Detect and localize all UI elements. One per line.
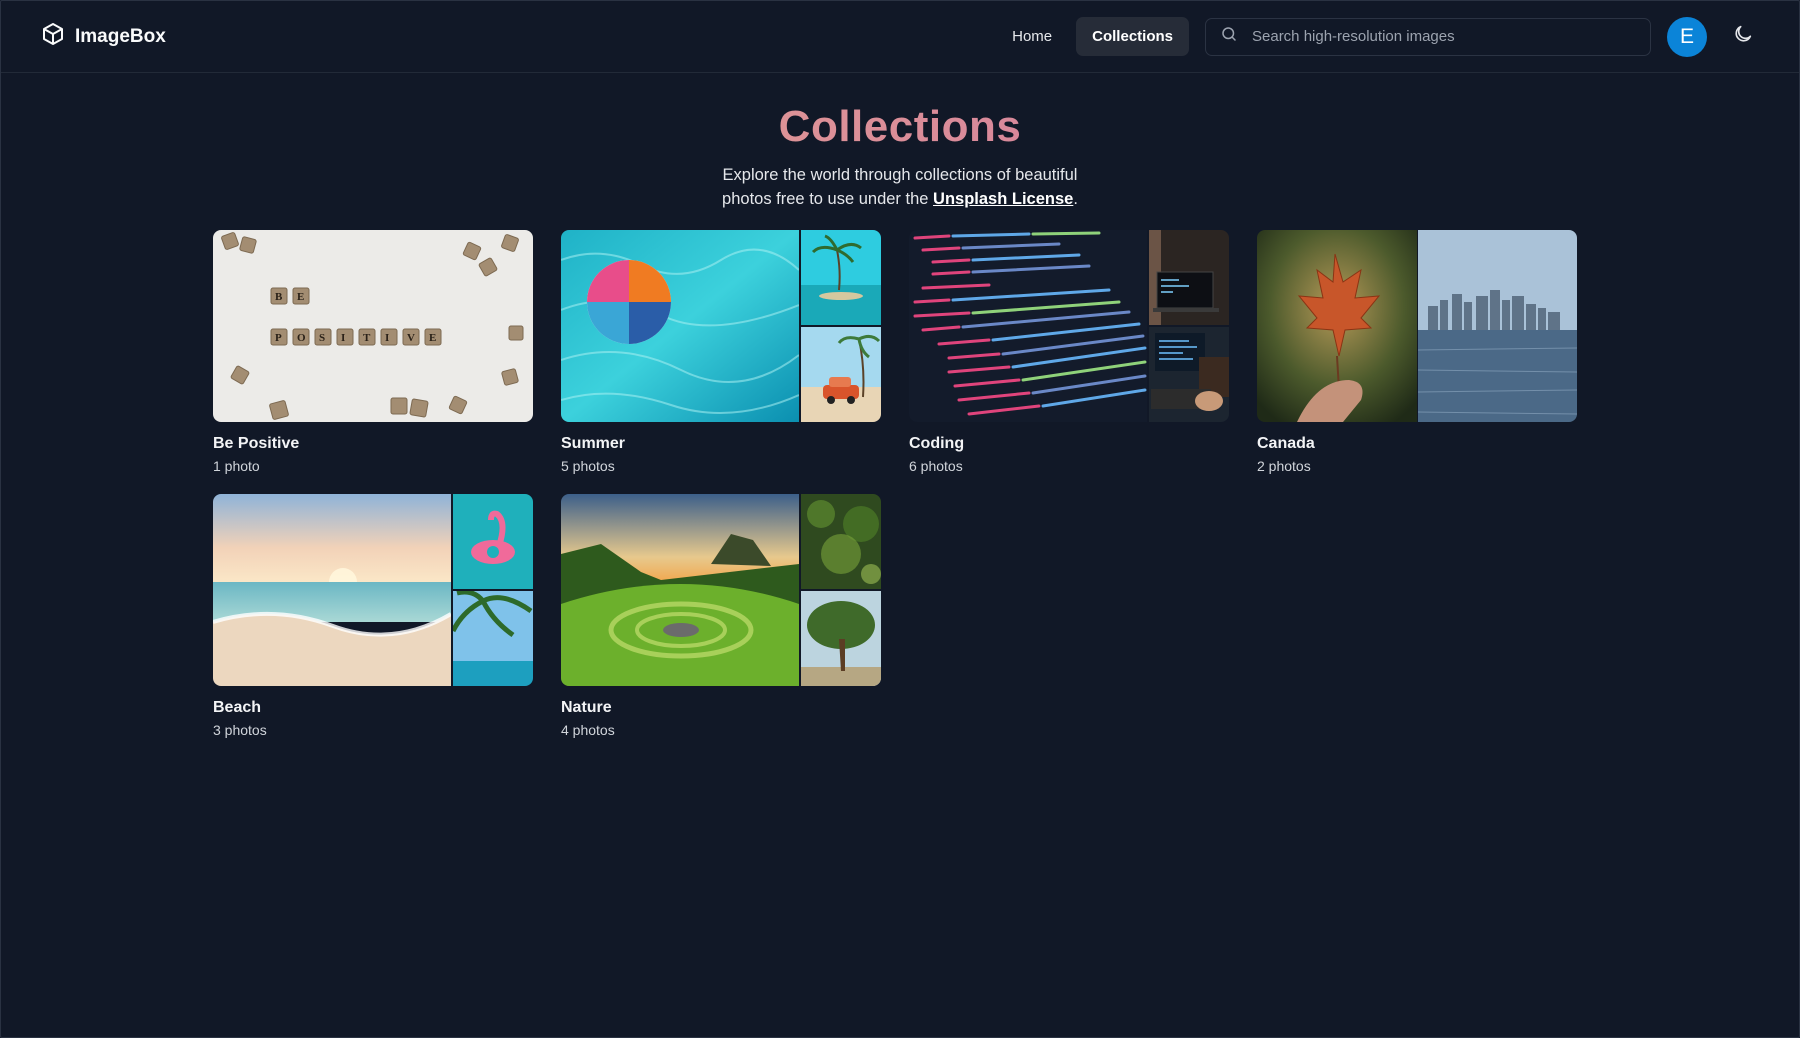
collection-title: Coding [909,435,965,452]
cube-icon [41,22,65,51]
flamingo-float-photo [453,494,533,589]
collection-card-canada[interactable]: Canada 2 photos [1257,230,1577,476]
collection-count: 1 photo [213,458,260,474]
svg-text:T: T [363,332,371,344]
svg-text:P: P [275,332,282,344]
collection-title: Nature [561,699,612,716]
collection-count: 2 photos [1257,458,1311,474]
scrabble-tiles-photo: B E P O S I T I V E [213,230,533,422]
logo[interactable]: ImageBox [41,22,166,51]
svg-text:S: S [319,332,325,344]
svg-text:E: E [429,332,436,344]
collection-card-nature[interactable]: Nature 4 photos [561,494,881,740]
page-hero: Collections Explore the world through co… [1,101,1799,211]
forest-bokeh-photo [801,494,881,589]
palm-island-photo [801,230,881,325]
green-valley-photo [561,494,799,686]
laptop-desk-photo [1149,230,1229,325]
subtitle-line-2: photos free to use under the Unsplash Li… [1,187,1799,211]
app-window: ImageBox Home Collections E [0,0,1800,1038]
user-avatar[interactable]: E [1667,16,1707,57]
collection-count: 3 photos [213,722,267,738]
search-icon [1220,25,1238,48]
nav-home-link[interactable]: Home [996,17,1068,56]
collection-card-beach[interactable]: Beach 3 photos [213,494,533,740]
collection-count: 6 photos [909,458,963,474]
collection-title: Summer [561,435,626,452]
collection-thumbnail[interactable] [561,230,881,422]
svg-text:I: I [341,332,345,344]
collection-title: Canada [1257,435,1315,452]
svg-text:V: V [407,332,415,344]
developer-monitor-photo [1149,327,1229,422]
toronto-skyline-photo [1418,230,1577,422]
unsplash-license-link[interactable]: Unsplash License [933,190,1073,208]
collection-thumbnail[interactable] [1257,230,1577,422]
subtitle-suffix: . [1073,190,1078,208]
collection-thumbnail[interactable] [561,494,881,686]
subtitle-prefix: photos free to use under the [722,190,934,208]
search-box[interactable] [1205,17,1651,56]
collection-card-summer[interactable]: Summer 5 photos [561,230,881,476]
collection-count: 4 photos [561,722,615,738]
top-navbar: ImageBox Home Collections E [1,1,1799,73]
maple-leaf-photo [1257,230,1417,422]
svg-text:E: E [297,291,304,303]
sunset-beach-photo [213,494,451,686]
beach-ball-pool-photo [561,230,799,422]
search-input[interactable] [1250,27,1636,46]
vintage-car-beach-photo [801,327,881,422]
collection-thumbnail[interactable] [213,494,533,686]
svg-text:B: B [275,291,283,303]
collection-thumbnail[interactable] [909,230,1229,422]
code-editor-photo [909,230,1147,422]
palm-ocean-photo [453,591,533,686]
collection-card-be-positive[interactable]: B E P O S I T I V E Be Positive 1 photo [213,230,533,476]
collection-thumbnail[interactable]: B E P O S I T I V E [213,230,533,422]
svg-text:I: I [385,332,389,344]
collection-title: Beach [213,699,262,716]
subtitle-line-1: Explore the world through collections of… [722,166,1078,184]
page-title: Collections [1,101,1799,153]
collections-grid: B E P O S I T I V E Be Positive 1 photo Summer … [213,230,1577,740]
lone-tree-photo [801,591,881,686]
app-name: ImageBox [75,25,166,47]
nav-collections-link[interactable]: Collections [1076,17,1189,56]
theme-toggle-button[interactable] [1727,21,1759,53]
svg-text:O: O [297,332,306,344]
collection-card-coding[interactable]: Coding 6 photos [909,230,1229,476]
page-subtitle: Explore the world through collections of… [1,163,1799,211]
collection-count: 5 photos [561,458,615,474]
main-nav: Home Collections E [996,16,1759,57]
moon-icon [1732,23,1754,50]
collection-title: Be Positive [213,435,300,452]
